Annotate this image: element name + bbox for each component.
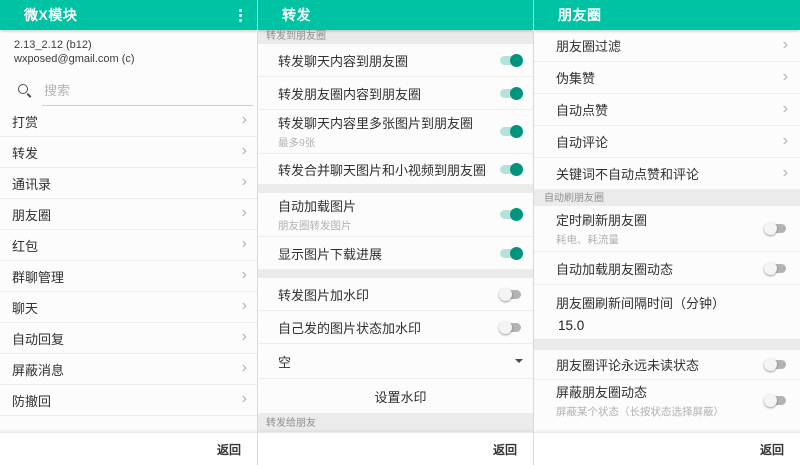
bottom-bar: 返回 — [534, 432, 800, 465]
bottom-bar: 返回 — [0, 432, 257, 465]
search-bar — [0, 70, 257, 106]
dropdown-selected-value: 空 — [278, 352, 291, 371]
section-header-forward-to-moments: 转发到朋友圈 — [258, 30, 533, 44]
setting-row[interactable]: 转发聊天内容里多张图片到朋友圈 最多9张 — [258, 110, 533, 154]
toggle-switch[interactable] — [499, 86, 523, 100]
back-button[interactable]: 返回 — [760, 441, 784, 458]
toggle-switch[interactable] — [764, 222, 788, 236]
sidebar-item-zidonghuifu[interactable]: 自动回复 › — [0, 323, 257, 354]
chevron-right-icon: › — [783, 69, 788, 87]
setting-row[interactable]: 转发合并聊天图片和小视频到朋友圈 — [258, 154, 533, 185]
toggle-switch[interactable] — [499, 287, 523, 301]
toggle-switch[interactable] — [764, 358, 788, 372]
toggle-switch[interactable] — [499, 53, 523, 67]
version-number: 2.13_2.12 (b12) — [14, 38, 245, 52]
setting-subtitle: 最多9张 — [278, 135, 499, 150]
app-title: 微X模块 — [24, 5, 77, 25]
setting-row[interactable]: 转发朋友圈内容到朋友圈 — [258, 77, 533, 110]
toggle-switch[interactable] — [499, 246, 523, 260]
dropdown-caret-icon — [515, 359, 523, 363]
refresh-interval-input[interactable] — [558, 318, 788, 333]
search-input[interactable] — [42, 80, 253, 106]
moments-item-keyword-exclude[interactable]: 关键词不自动点赞和评论 › — [534, 158, 800, 190]
setting-row[interactable]: 自己发的图片状态加水印 — [258, 311, 533, 344]
moments-panel: 朋友圈 朋友圈过滤 › 伪集赞 › 自动点赞 › 自动评论 › 关键词不自动点赞… — [533, 0, 800, 465]
watermark-dropdown[interactable]: 空 — [258, 344, 533, 379]
setting-row[interactable]: 转发图片加水印 — [258, 278, 533, 311]
overflow-menu-icon[interactable] — [233, 7, 247, 23]
sidebar-item-liaotian[interactable]: 聊天 › — [0, 292, 257, 323]
chevron-right-icon: › — [242, 360, 247, 378]
section-header-forward-to-friends: 转发给朋友 — [258, 413, 533, 432]
page-title: 朋友圈 — [558, 5, 602, 25]
module-panel: 微X模块 2.13_2.12 (b12) wxposed@gmail.com (… — [0, 0, 257, 465]
forward-panel: 转发 转发到朋友圈 转发聊天内容到朋友圈 转发朋友圈内容到朋友圈 转发聊天内容里… — [257, 0, 533, 465]
sidebar-item-pengyouquan[interactable]: 朋友圈 › — [0, 199, 257, 230]
chevron-right-icon: › — [242, 174, 247, 192]
chevron-right-icon: › — [783, 165, 788, 183]
section-divider — [534, 340, 800, 350]
setting-row[interactable]: 自动加载朋友圈动态 — [534, 252, 800, 285]
chevron-right-icon: › — [242, 329, 247, 347]
toggle-switch[interactable] — [499, 320, 523, 334]
refresh-interval-field — [534, 312, 800, 340]
sidebar-item-dashang[interactable]: 打赏 › — [0, 106, 257, 137]
moments-item-auto-comment[interactable]: 自动评论 › — [534, 126, 800, 158]
sidebar-item-hongbao[interactable]: 红包 › — [0, 230, 257, 261]
setting-subtitle: 朋友圈转发图片 — [278, 218, 499, 233]
moments-item-fake-likes[interactable]: 伪集赞 › — [534, 62, 800, 94]
sidebar-item-pingbixiaoxi[interactable]: 屏蔽消息 › — [0, 354, 257, 385]
chevron-right-icon: › — [242, 205, 247, 223]
chevron-right-icon: › — [242, 267, 247, 285]
moments-item-auto-like[interactable]: 自动点赞 › — [534, 94, 800, 126]
setting-row[interactable]: 定时刷新朋友圈 耗电、耗流量 — [534, 206, 800, 252]
screen: 微X模块 2.13_2.12 (b12) wxposed@gmail.com (… — [0, 0, 800, 465]
setting-row[interactable]: 朋友圈评论永远未读状态 — [534, 350, 800, 380]
author-email: wxposed@gmail.com (c) — [14, 52, 245, 66]
chevron-right-icon: › — [783, 37, 788, 55]
moments-appbar: 朋友圈 — [534, 0, 800, 30]
setting-row[interactable]: 转发聊天内容到朋友圈 — [258, 44, 533, 77]
section-header-auto-refresh: 自动刷朋友圈 — [534, 190, 800, 206]
chevron-right-icon: › — [242, 298, 247, 316]
sidebar-item-fangchehui[interactable]: 防撤回 › — [0, 385, 257, 416]
chevron-right-icon: › — [783, 133, 788, 151]
chevron-right-icon: › — [242, 112, 247, 130]
set-watermark-button[interactable]: 设置水印 — [258, 379, 533, 413]
setting-row[interactable]: 显示图片下载进展 — [258, 237, 533, 270]
page-title: 转发 — [282, 5, 311, 25]
module-appbar: 微X模块 — [0, 0, 257, 30]
setting-row[interactable]: 自动加载图片 朋友圈转发图片 — [258, 193, 533, 237]
chevron-right-icon: › — [242, 391, 247, 409]
sidebar-item-qunliao[interactable]: 群聊管理 › — [0, 261, 257, 292]
chevron-right-icon: › — [242, 236, 247, 254]
toggle-switch[interactable] — [499, 208, 523, 222]
refresh-interval-label: 朋友圈刷新间隔时间（分钟） — [534, 285, 800, 312]
bottom-bar: 返回 — [258, 432, 533, 465]
toggle-switch[interactable] — [499, 125, 523, 139]
forward-appbar: 转发 — [258, 0, 533, 30]
toggle-switch[interactable] — [764, 261, 788, 275]
sidebar-item-zhuanfa[interactable]: 转发 › — [0, 137, 257, 168]
toggle-switch[interactable] — [764, 393, 788, 407]
sidebar-item-tongxunlu[interactable]: 通讯录 › — [0, 168, 257, 199]
toggle-switch[interactable] — [499, 162, 523, 176]
back-button[interactable]: 返回 — [217, 441, 241, 458]
section-divider — [258, 185, 533, 193]
setting-row[interactable]: 屏蔽朋友圈动态 屏蔽某个状态（长按状态选择屏蔽） — [534, 380, 800, 420]
setting-subtitle: 屏蔽某个状态（长按状态选择屏蔽） — [556, 404, 764, 419]
moments-item-filter[interactable]: 朋友圈过滤 › — [534, 30, 800, 62]
back-button[interactable]: 返回 — [493, 441, 517, 458]
section-divider — [258, 270, 533, 278]
chevron-right-icon: › — [783, 101, 788, 119]
search-icon — [18, 84, 31, 97]
chevron-right-icon: › — [242, 143, 247, 161]
version-info: 2.13_2.12 (b12) wxposed@gmail.com (c) — [0, 30, 257, 70]
setting-subtitle: 耗电、耗流量 — [556, 232, 764, 247]
